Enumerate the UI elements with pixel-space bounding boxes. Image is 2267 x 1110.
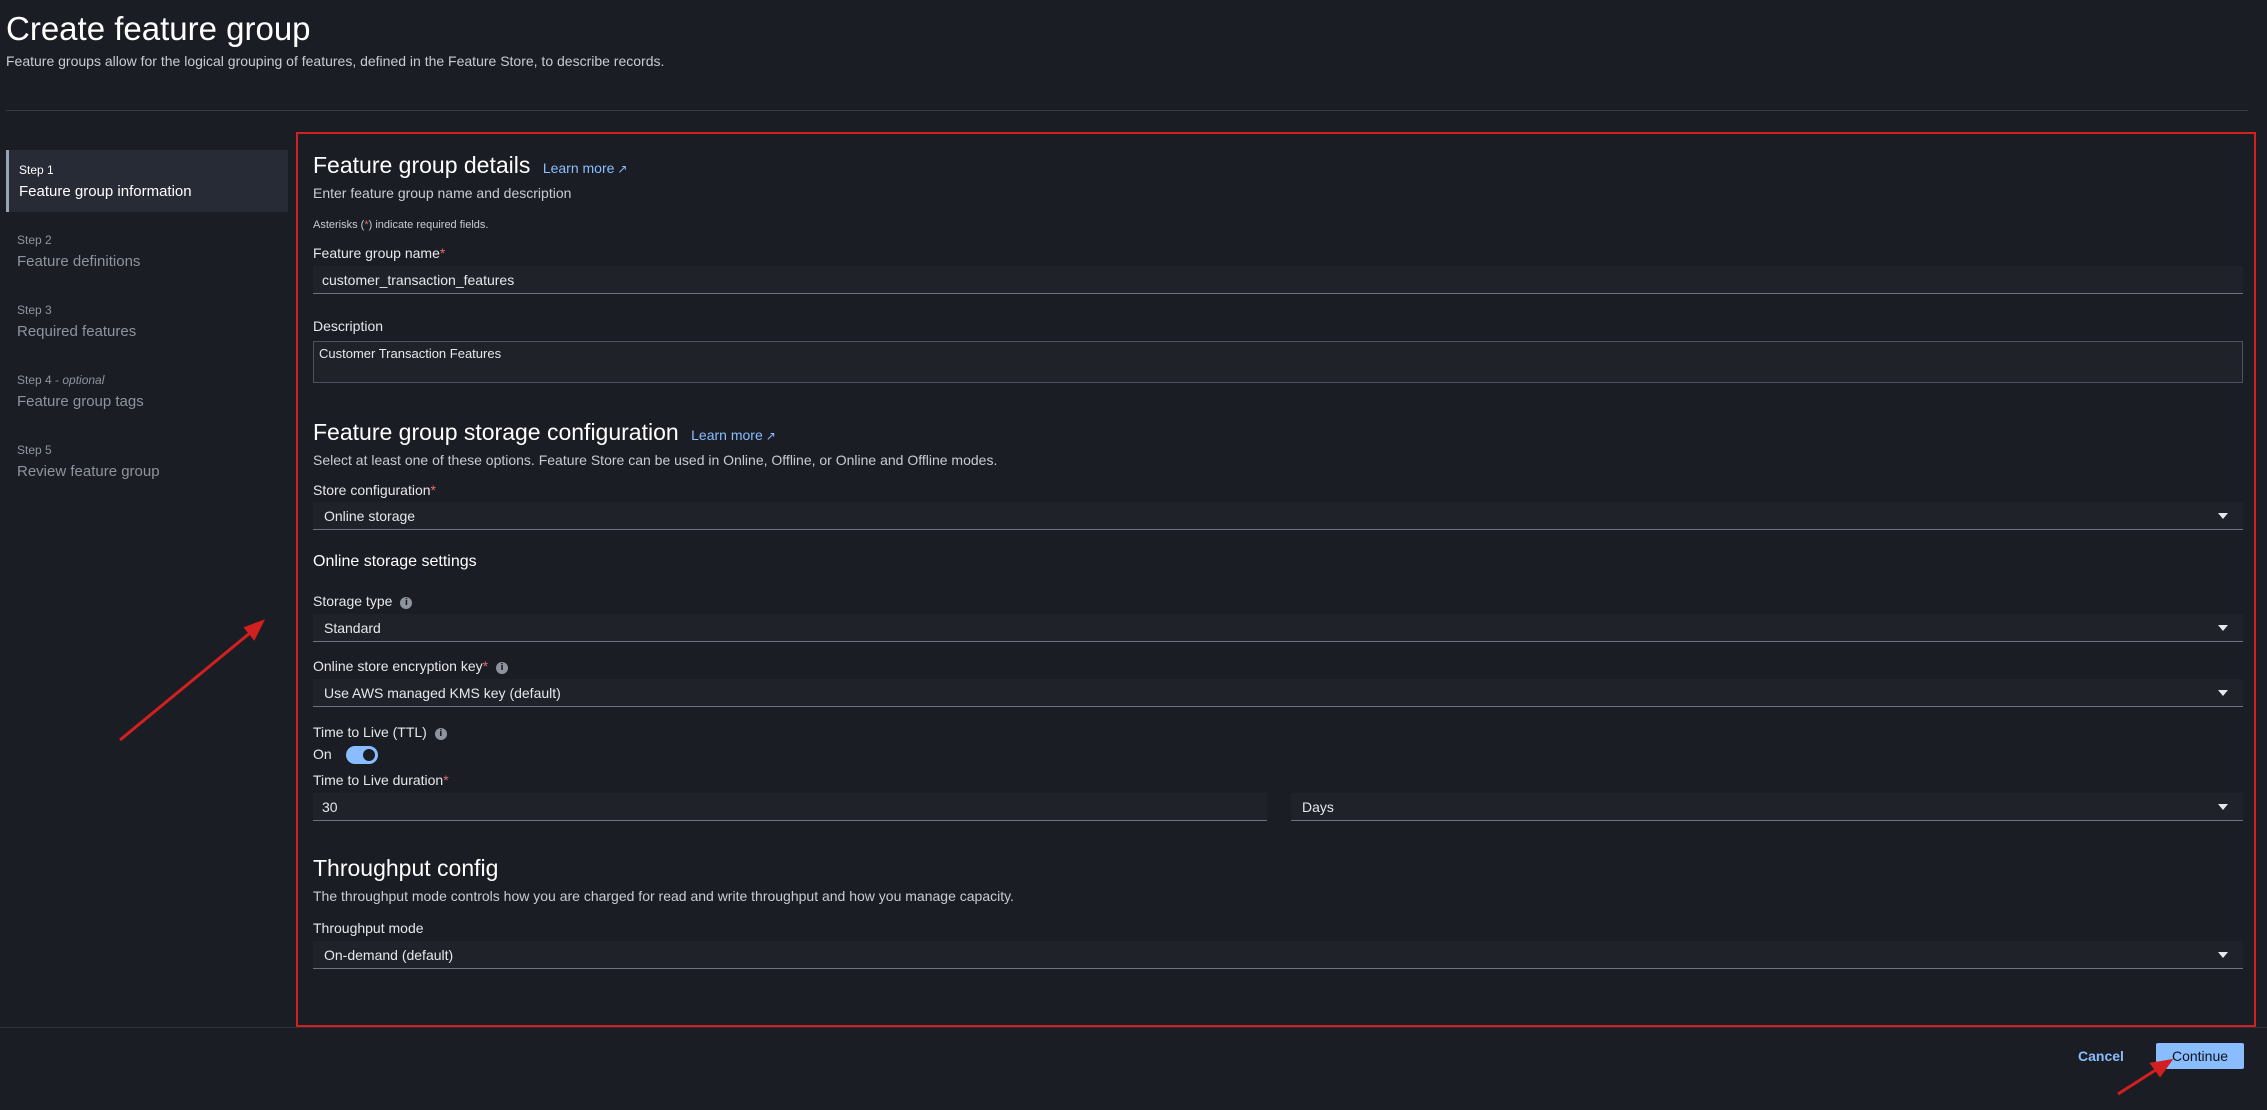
ttl-duration-input[interactable]: 30 — [313, 793, 1267, 822]
ttl-toggle-label: On — [313, 746, 332, 762]
caret-down-icon — [2218, 689, 2228, 696]
page-title: Create feature group — [6, 10, 311, 47]
storage-type-select[interactable]: Standard — [313, 614, 2243, 642]
step-2[interactable]: Step 2 Feature definitions — [6, 220, 288, 282]
external-link-icon: ↗ — [617, 162, 628, 176]
step-label: Feature group tags — [17, 393, 144, 410]
cancel-button[interactable]: Cancel — [2061, 1043, 2141, 1069]
step-number: Step 5 — [17, 443, 52, 457]
caret-down-icon — [2218, 803, 2228, 810]
info-icon[interactable]: i — [496, 662, 509, 674]
annotation-arrowhead-left — [243, 619, 266, 641]
throughput-mode-select[interactable]: On-demand (default) — [313, 941, 2243, 970]
throughput-description: The throughput mode controls how you are… — [313, 888, 1014, 905]
annotation-arrow-left — [119, 626, 257, 742]
step-number: Step 3 — [17, 303, 52, 317]
ttl-label: Time to Live (TTL) i — [313, 724, 2243, 740]
header-divider — [6, 110, 2248, 111]
step-number: Step 1 — [19, 163, 54, 177]
page-subtitle: Feature groups allow for the logical gro… — [6, 53, 665, 69]
ttl-toggle[interactable] — [345, 746, 378, 765]
ttl-unit-select[interactable]: Days — [1291, 793, 2243, 822]
encryption-key-label: Online store encryption key* i — [313, 658, 2243, 674]
feature-group-name-input[interactable]: customer_transaction_features — [313, 266, 2243, 294]
description-textarea[interactable]: Customer Transaction Features — [313, 341, 2243, 383]
step-4[interactable]: Step 4 - optional Feature group tags — [6, 360, 288, 422]
footer-divider — [0, 1027, 2267, 1028]
caret-down-icon — [2218, 512, 2228, 519]
step-3[interactable]: Step 3 Required features — [6, 290, 288, 352]
step-label: Feature definitions — [17, 253, 141, 270]
storage-type-label: Storage type i — [313, 593, 2243, 609]
details-learn-more-link[interactable]: Learn more ↗ — [543, 160, 628, 176]
storage-description: Select at least one of these options. Fe… — [313, 452, 998, 468]
step-label: Feature group information — [19, 183, 192, 200]
annotation-arrow-continue — [2117, 1064, 2163, 1096]
ttl-duration-label: Time to Live duration* — [313, 772, 449, 789]
continue-button[interactable]: Continue — [2156, 1043, 2244, 1069]
description-label: Description — [313, 318, 384, 334]
step-label: Required features — [17, 323, 137, 340]
step-5[interactable]: Step 5 Review feature group — [6, 430, 288, 492]
throughput-mode-label: Throughput mode — [313, 920, 424, 937]
encryption-key-select[interactable]: Use AWS managed KMS key (default) — [313, 679, 2243, 707]
storage-heading: Feature group storage configuration — [313, 419, 679, 445]
required-note: Asterisks (*) indicate required fields. — [313, 219, 489, 231]
ttl-toggle-row: On — [313, 746, 2243, 765]
caret-down-icon — [2218, 624, 2228, 631]
step-number: Step 4 - optional — [17, 373, 105, 387]
step-number: Step 2 — [17, 233, 52, 247]
external-link-icon: ↗ — [765, 429, 776, 443]
store-config-label: Store configuration* — [313, 482, 436, 498]
caret-down-icon — [2218, 951, 2228, 958]
storage-learn-more-link[interactable]: Learn more ↗ — [691, 427, 776, 443]
store-configuration-select[interactable]: Online storage — [313, 502, 2243, 530]
throughput-heading: Throughput config — [313, 855, 499, 882]
form-content: Feature group details Learn more ↗ Enter … — [313, 150, 2243, 970]
info-icon[interactable]: i — [400, 597, 413, 609]
online-storage-settings-heading: Online storage settings — [313, 553, 477, 570]
details-description: Enter feature group name and description — [313, 185, 572, 201]
step-1[interactable]: Step 1 Feature group information — [6, 150, 288, 212]
step-label: Review feature group — [17, 463, 160, 480]
wizard-steps: Step 1 Feature group information Step 2 … — [6, 150, 288, 500]
name-label: Feature group name* — [313, 245, 446, 261]
info-icon[interactable]: i — [434, 728, 447, 740]
details-heading: Feature group details — [313, 152, 531, 178]
